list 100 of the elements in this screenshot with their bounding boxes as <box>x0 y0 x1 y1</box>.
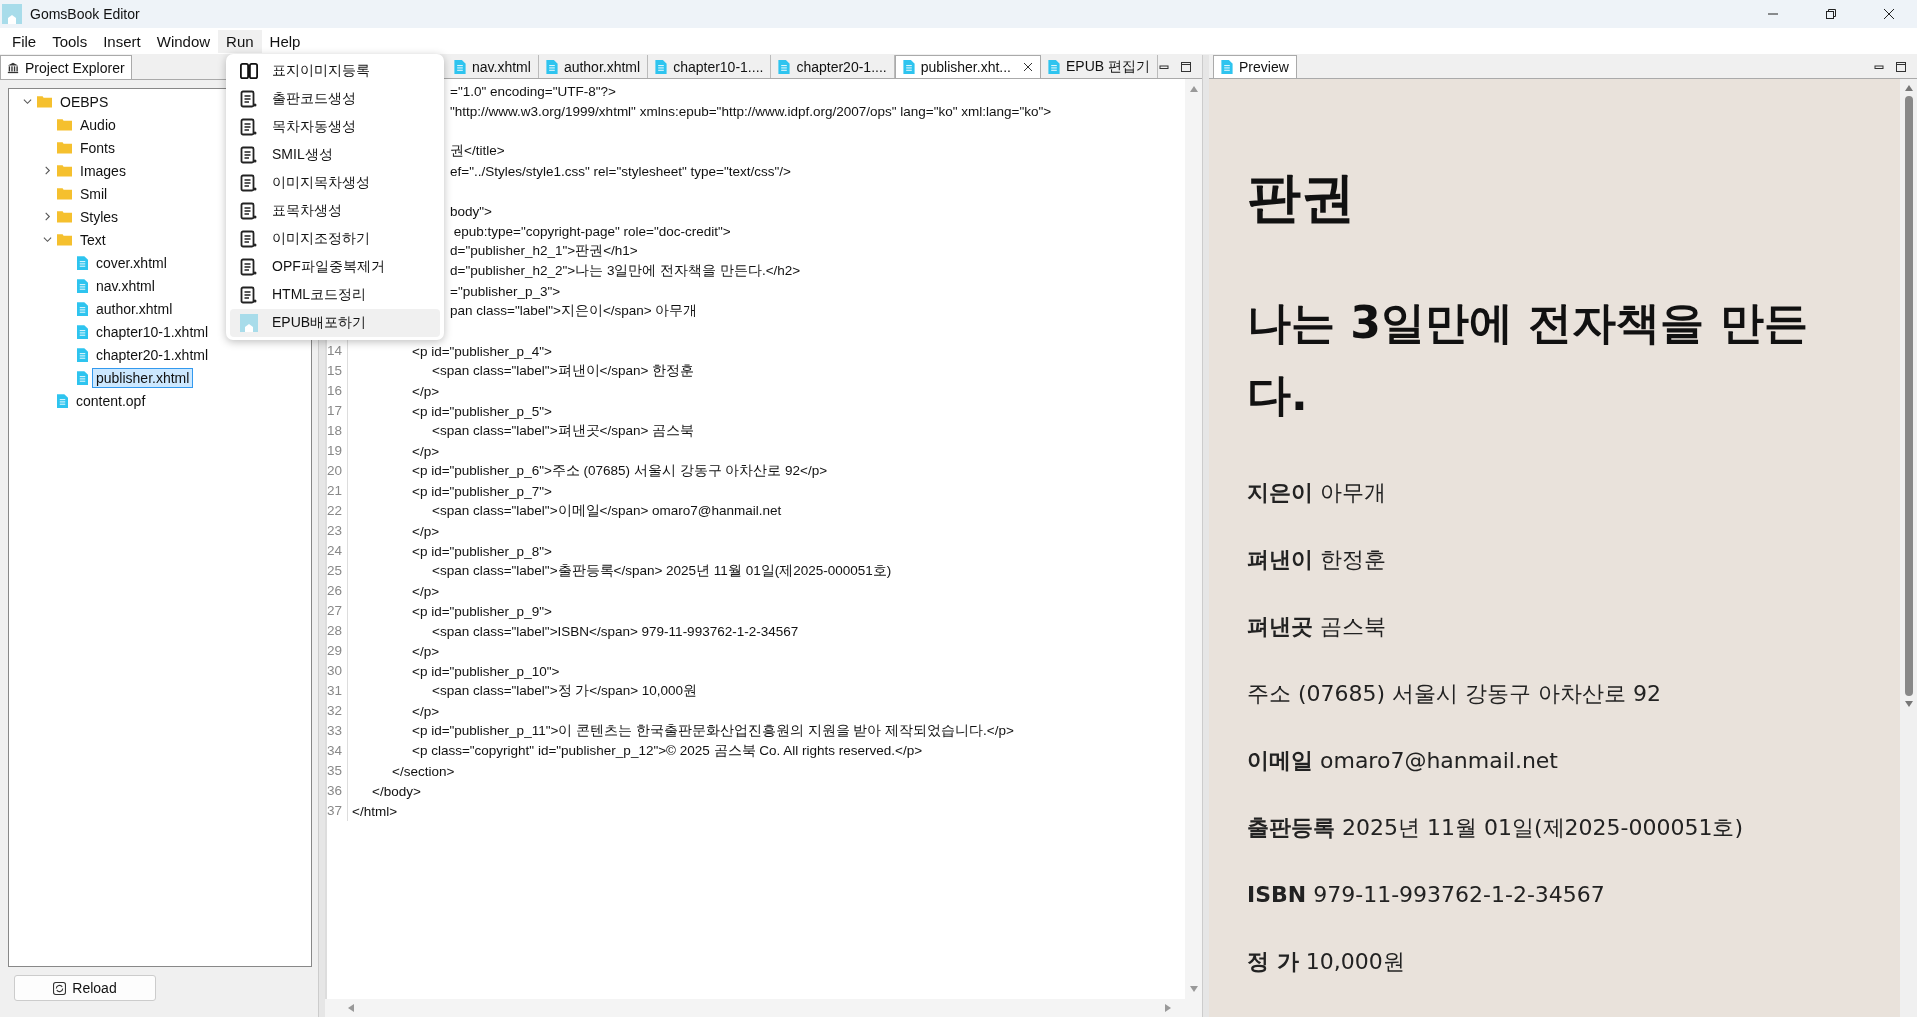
menu-item[interactable]: 이미지조정하기 <box>230 225 440 253</box>
tree-item[interactable]: Fonts <box>76 137 119 158</box>
vertical-scrollbar[interactable] <box>1185 79 1202 999</box>
menu-item[interactable]: File <box>4 29 45 53</box>
up-arrow-icon[interactable] <box>1903 84 1914 92</box>
file-icon <box>1048 59 1060 74</box>
close-icon[interactable] <box>1883 8 1895 20</box>
chevron-icon[interactable] <box>42 166 52 175</box>
tree-item[interactable]: cover.xhtml <box>92 252 171 273</box>
line-number: 18 <box>327 423 343 438</box>
right-arrow-icon[interactable] <box>1164 1003 1172 1013</box>
editor-tab[interactable]: chapter10-1.... <box>648 55 772 78</box>
editor-tab[interactable]: author.xhtml <box>538 55 649 78</box>
tree-item[interactable]: chapter10-1.xhtml <box>92 321 213 342</box>
file-icon <box>655 59 668 74</box>
file-icon <box>57 393 68 408</box>
code-line: <p id="publisher_p_8"> <box>411 543 552 559</box>
chevron-icon[interactable] <box>22 97 32 106</box>
code-line: </p> <box>411 583 440 599</box>
line-number: 26 <box>327 583 343 598</box>
tree-item[interactable]: author.xhtml <box>92 298 177 319</box>
tree-item[interactable]: Smil <box>76 183 112 204</box>
file-icon <box>77 278 88 293</box>
line-number: 29 <box>327 643 343 658</box>
menu-item[interactable]: 목차자동생성 <box>230 113 440 141</box>
menu-item[interactable]: Insert <box>95 29 149 53</box>
down-arrow-icon[interactable] <box>1903 700 1914 708</box>
editor-tab[interactable]: chapter20-1.... <box>771 55 895 78</box>
app-icon <box>240 314 258 332</box>
vertical-scrollbar[interactable] <box>1900 79 1917 1017</box>
code-line: </html> <box>351 803 398 819</box>
tree-item[interactable]: Styles <box>76 206 123 227</box>
panel-tab[interactable]: Project Explorer <box>0 55 132 79</box>
tree-item[interactable]: chapter20-1.xhtml <box>92 344 213 365</box>
menu-item[interactable]: Help <box>261 29 309 53</box>
document-icon <box>240 258 258 276</box>
scrollbar-thumb[interactable] <box>1904 96 1913 696</box>
folder-icon <box>57 141 72 154</box>
maximize-icon[interactable] <box>1180 60 1192 73</box>
code-line: <p id="publisher_p_4"> <box>411 343 552 359</box>
line-number: 15 <box>327 363 343 378</box>
code-line: d="publisher_h2_1">판권</h1> <box>449 242 638 260</box>
maximize-icon[interactable] <box>1895 60 1907 73</box>
preview-paragraph: ISBN 979-11-993762-1-2-34567 <box>1247 881 1606 909</box>
menu-item[interactable]: EPUB배포하기 <box>230 309 440 337</box>
chevron-icon[interactable] <box>42 235 52 244</box>
code-line: </p> <box>411 703 440 719</box>
code-line: <span class="label">펴낸곳</span> 곰스북 <box>431 422 695 440</box>
preview-paragraph: 펴낸곳 곰스북 <box>1247 613 1387 641</box>
editor-tab[interactable]: EPUB 편집기 <box>1041 55 1158 78</box>
restore-icon[interactable] <box>1825 8 1837 20</box>
up-arrow-icon[interactable] <box>1188 85 1199 93</box>
line-number: 14 <box>327 343 343 358</box>
editor-tab[interactable]: publisher.xht... <box>894 55 1041 78</box>
folder-icon <box>57 164 72 177</box>
tree-item[interactable]: publisher.xhtml <box>92 367 194 388</box>
menu-item[interactable]: Tools <box>44 29 96 53</box>
line-number: 31 <box>327 683 343 698</box>
menu-item[interactable]: Run <box>218 29 262 53</box>
menu-item[interactable]: Window <box>148 29 219 53</box>
menu-item[interactable]: 이미지목차생성 <box>230 169 440 197</box>
editor-tab[interactable]: nav.xhtml <box>447 55 539 78</box>
horizontal-scrollbar[interactable] <box>325 999 1202 1017</box>
code-line: </p> <box>411 643 440 659</box>
code-line: <p id="publisher_p_11">이 콘텐츠는 한국출판문화산업진흥원의 지원을 받아 제작되었습니다.</p> <box>411 722 1014 740</box>
file-icon <box>77 324 88 339</box>
menu-item[interactable]: 표목차생성 <box>230 197 440 225</box>
line-number: 24 <box>327 543 343 558</box>
code-line: </p> <box>411 383 440 399</box>
menu-item[interactable]: SMIL생성 <box>230 141 440 169</box>
file-icon <box>545 59 558 74</box>
code-line: <p id="publisher_p_9"> <box>411 603 552 619</box>
code-line: ="publisher_p_3"> <box>449 283 561 299</box>
file-icon <box>778 59 791 74</box>
down-arrow-icon[interactable] <box>1188 985 1199 993</box>
code-line: </p> <box>411 523 440 539</box>
tree-item[interactable]: Audio <box>76 114 120 135</box>
menu-item[interactable]: HTML코드정리 <box>230 281 440 309</box>
panel-tab[interactable]: Preview <box>1213 55 1297 78</box>
book-icon <box>240 62 258 80</box>
preview-paragraph: 지은이 아무개 <box>1247 479 1387 507</box>
file-icon <box>902 60 915 74</box>
window-title: GomsBook Editor <box>30 6 140 22</box>
app-icon <box>2 4 22 24</box>
tree-item[interactable]: content.opf <box>72 390 150 411</box>
line-number: 22 <box>327 503 343 518</box>
menu-item[interactable]: 출판코드생성 <box>230 85 440 113</box>
preview-paragraph: 펴낸이 한정훈 <box>1247 546 1387 574</box>
line-number: 33 <box>327 723 343 738</box>
tree-item[interactable]: OEBPS <box>56 91 113 112</box>
close-icon[interactable] <box>1023 62 1033 72</box>
reload-button[interactable]: Reload <box>14 975 156 1001</box>
menu-item[interactable]: OPF파일중복제거 <box>230 253 440 281</box>
tree-item[interactable]: Images <box>76 160 130 181</box>
left-arrow-icon[interactable] <box>347 1003 355 1013</box>
tree-item[interactable]: nav.xhtml <box>92 275 159 296</box>
tree-item[interactable]: Text <box>76 229 110 250</box>
menu-item[interactable]: 표지이미지등록 <box>230 57 440 85</box>
chevron-icon[interactable] <box>42 212 52 221</box>
refresh-icon <box>53 981 67 995</box>
